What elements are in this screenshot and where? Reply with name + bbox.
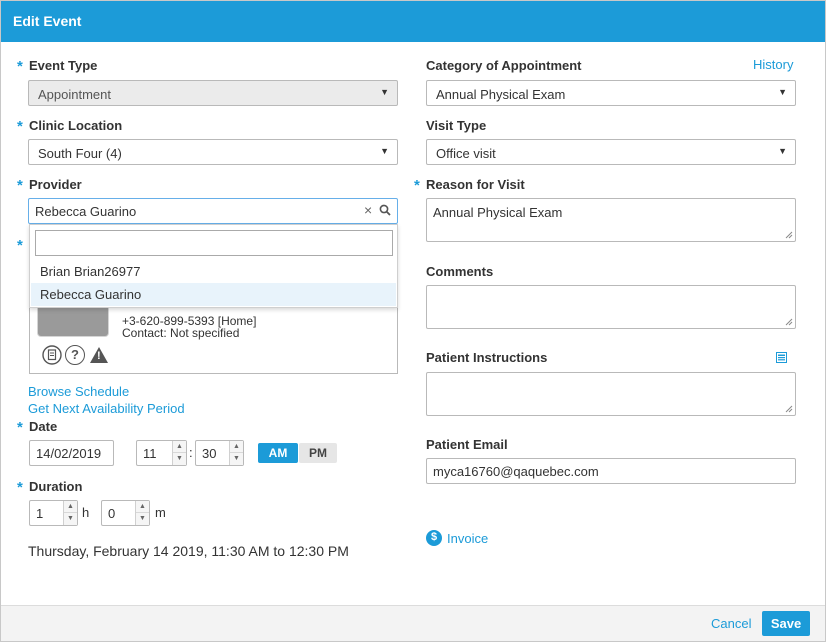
duration-minutes-value: 0 xyxy=(108,506,116,521)
save-button[interactable]: Save xyxy=(762,611,810,636)
dialog-title: Edit Event xyxy=(13,13,82,29)
event-type-label: Event Type xyxy=(29,58,98,73)
list-icon[interactable] xyxy=(776,351,787,366)
duration-minutes-stepper[interactable]: 0 ▲ ▼ xyxy=(101,500,150,526)
patient-photo xyxy=(37,307,109,337)
patient-card: +3-620-899-5393 [Home] Contact: Not spec… xyxy=(29,307,398,374)
invoice-icon[interactable]: $ xyxy=(426,530,442,546)
date-input[interactable]: 14/02/2019 xyxy=(29,440,114,466)
provider-option-label: Brian Brian26977 xyxy=(40,264,141,279)
spin-down-icon[interactable]: ▼ xyxy=(136,513,149,525)
date-value: 14/02/2019 xyxy=(36,446,102,461)
category-select[interactable]: Annual Physical Exam ▼ xyxy=(426,80,796,106)
history-link[interactable]: History xyxy=(753,57,793,72)
minute-spin-buttons: ▲ ▼ xyxy=(229,441,243,465)
event-type-select[interactable]: Appointment ▼ xyxy=(28,80,398,106)
hour-value: 11 xyxy=(143,446,157,461)
comments-textarea[interactable] xyxy=(426,285,796,329)
required-marker: * xyxy=(17,419,23,436)
patient-instructions-label: Patient Instructions xyxy=(426,350,548,365)
patient-email-value: myca16760@qaquebec.com xyxy=(433,464,599,479)
time-separator: : xyxy=(189,445,193,460)
spin-up-icon[interactable]: ▲ xyxy=(173,441,186,453)
provider-option-selected[interactable]: Rebecca Guarino xyxy=(31,283,396,306)
duration-hours-stepper[interactable]: 1 ▲ ▼ xyxy=(29,500,78,526)
patient-contact: Contact: Not specified xyxy=(122,326,240,340)
resize-grip-icon[interactable] xyxy=(785,318,793,326)
warning-icon[interactable]: ! xyxy=(89,346,109,367)
duration-label: Duration xyxy=(29,479,83,494)
pm-toggle[interactable]: PM xyxy=(299,443,337,463)
hours-unit: h xyxy=(82,505,90,520)
browse-schedule-link[interactable]: Browse Schedule xyxy=(28,384,129,399)
chevron-down-icon: ▼ xyxy=(778,146,787,156)
visit-type-value: Office visit xyxy=(436,146,496,161)
clinic-location-label: Clinic Location xyxy=(29,118,123,133)
duration-hours-spin-buttons: ▲ ▼ xyxy=(63,501,77,525)
minute-value: 30 xyxy=(202,446,217,461)
chevron-down-icon: ▼ xyxy=(380,87,389,97)
duration-hours-value: 1 xyxy=(36,506,44,521)
am-toggle[interactable]: AM xyxy=(258,443,298,463)
hour-stepper[interactable]: 11 ▲ ▼ xyxy=(136,440,187,466)
search-icon[interactable] xyxy=(379,204,391,219)
edit-event-dialog: Edit Event * Event Type Appointment ▼ * … xyxy=(0,0,826,642)
provider-option[interactable]: Brian Brian26977 xyxy=(31,260,396,283)
provider-label: Provider xyxy=(29,177,82,192)
spin-up-icon[interactable]: ▲ xyxy=(64,501,77,513)
patient-email-label: Patient Email xyxy=(426,437,508,452)
clinic-location-value: South Four (4) xyxy=(38,146,122,161)
spin-down-icon[interactable]: ▼ xyxy=(64,513,77,525)
event-type-value: Appointment xyxy=(38,87,111,102)
required-marker: * xyxy=(17,237,23,254)
spin-down-icon[interactable]: ▼ xyxy=(230,453,243,465)
chevron-down-icon: ▼ xyxy=(380,146,389,156)
clinic-location-select[interactable]: South Four (4) ▼ xyxy=(28,139,398,165)
visit-type-select[interactable]: Office visit ▼ xyxy=(426,139,796,165)
date-label: Date xyxy=(29,419,58,434)
document-icon[interactable] xyxy=(42,345,62,368)
resize-grip-icon[interactable] xyxy=(785,231,793,239)
required-marker: * xyxy=(17,58,23,75)
appointment-summary: Thursday, February 14 2019, 11:30 AM to … xyxy=(28,543,349,559)
comments-label: Comments xyxy=(426,264,494,279)
dialog-header: Edit Event xyxy=(1,1,825,42)
patient-email-input[interactable]: myca16760@qaquebec.com xyxy=(426,458,796,484)
spin-up-icon[interactable]: ▲ xyxy=(136,501,149,513)
required-marker: * xyxy=(17,177,23,194)
minutes-unit: m xyxy=(155,505,166,520)
resize-grip-icon[interactable] xyxy=(785,405,793,413)
required-marker: * xyxy=(17,118,23,135)
reason-textarea[interactable]: Annual Physical Exam xyxy=(426,198,796,242)
reason-value: Annual Physical Exam xyxy=(433,205,563,220)
visit-type-label: Visit Type xyxy=(426,118,487,133)
invoice-link[interactable]: Invoice xyxy=(447,531,488,546)
minute-stepper[interactable]: 30 ▲ ▼ xyxy=(195,440,244,466)
category-label: Category of Appointment xyxy=(426,58,582,73)
provider-select[interactable]: Rebecca Guarino × xyxy=(28,198,398,224)
chevron-down-icon: ▼ xyxy=(778,87,787,97)
provider-value: Rebecca Guarino xyxy=(35,204,137,219)
spin-up-icon[interactable]: ▲ xyxy=(230,441,243,453)
clear-icon[interactable]: × xyxy=(364,202,372,218)
spin-down-icon[interactable]: ▼ xyxy=(173,453,186,465)
warning-glyph: ! xyxy=(97,350,101,362)
duration-minutes-spin-buttons: ▲ ▼ xyxy=(135,501,149,525)
patient-instructions-textarea[interactable] xyxy=(426,372,796,416)
category-value: Annual Physical Exam xyxy=(436,87,566,102)
provider-search-input[interactable] xyxy=(35,230,393,256)
dialog-footer xyxy=(1,605,825,641)
reason-label: Reason for Visit xyxy=(426,177,525,192)
required-marker: * xyxy=(414,177,420,194)
provider-option-label: Rebecca Guarino xyxy=(40,287,142,302)
required-marker: * xyxy=(17,479,23,496)
help-icon[interactable]: ? xyxy=(65,345,85,365)
next-availability-link[interactable]: Get Next Availability Period xyxy=(28,401,185,416)
provider-dropdown: Brian Brian26977 Rebecca Guarino xyxy=(29,224,398,308)
hour-spin-buttons: ▲ ▼ xyxy=(172,441,186,465)
cancel-button[interactable]: Cancel xyxy=(711,616,751,631)
